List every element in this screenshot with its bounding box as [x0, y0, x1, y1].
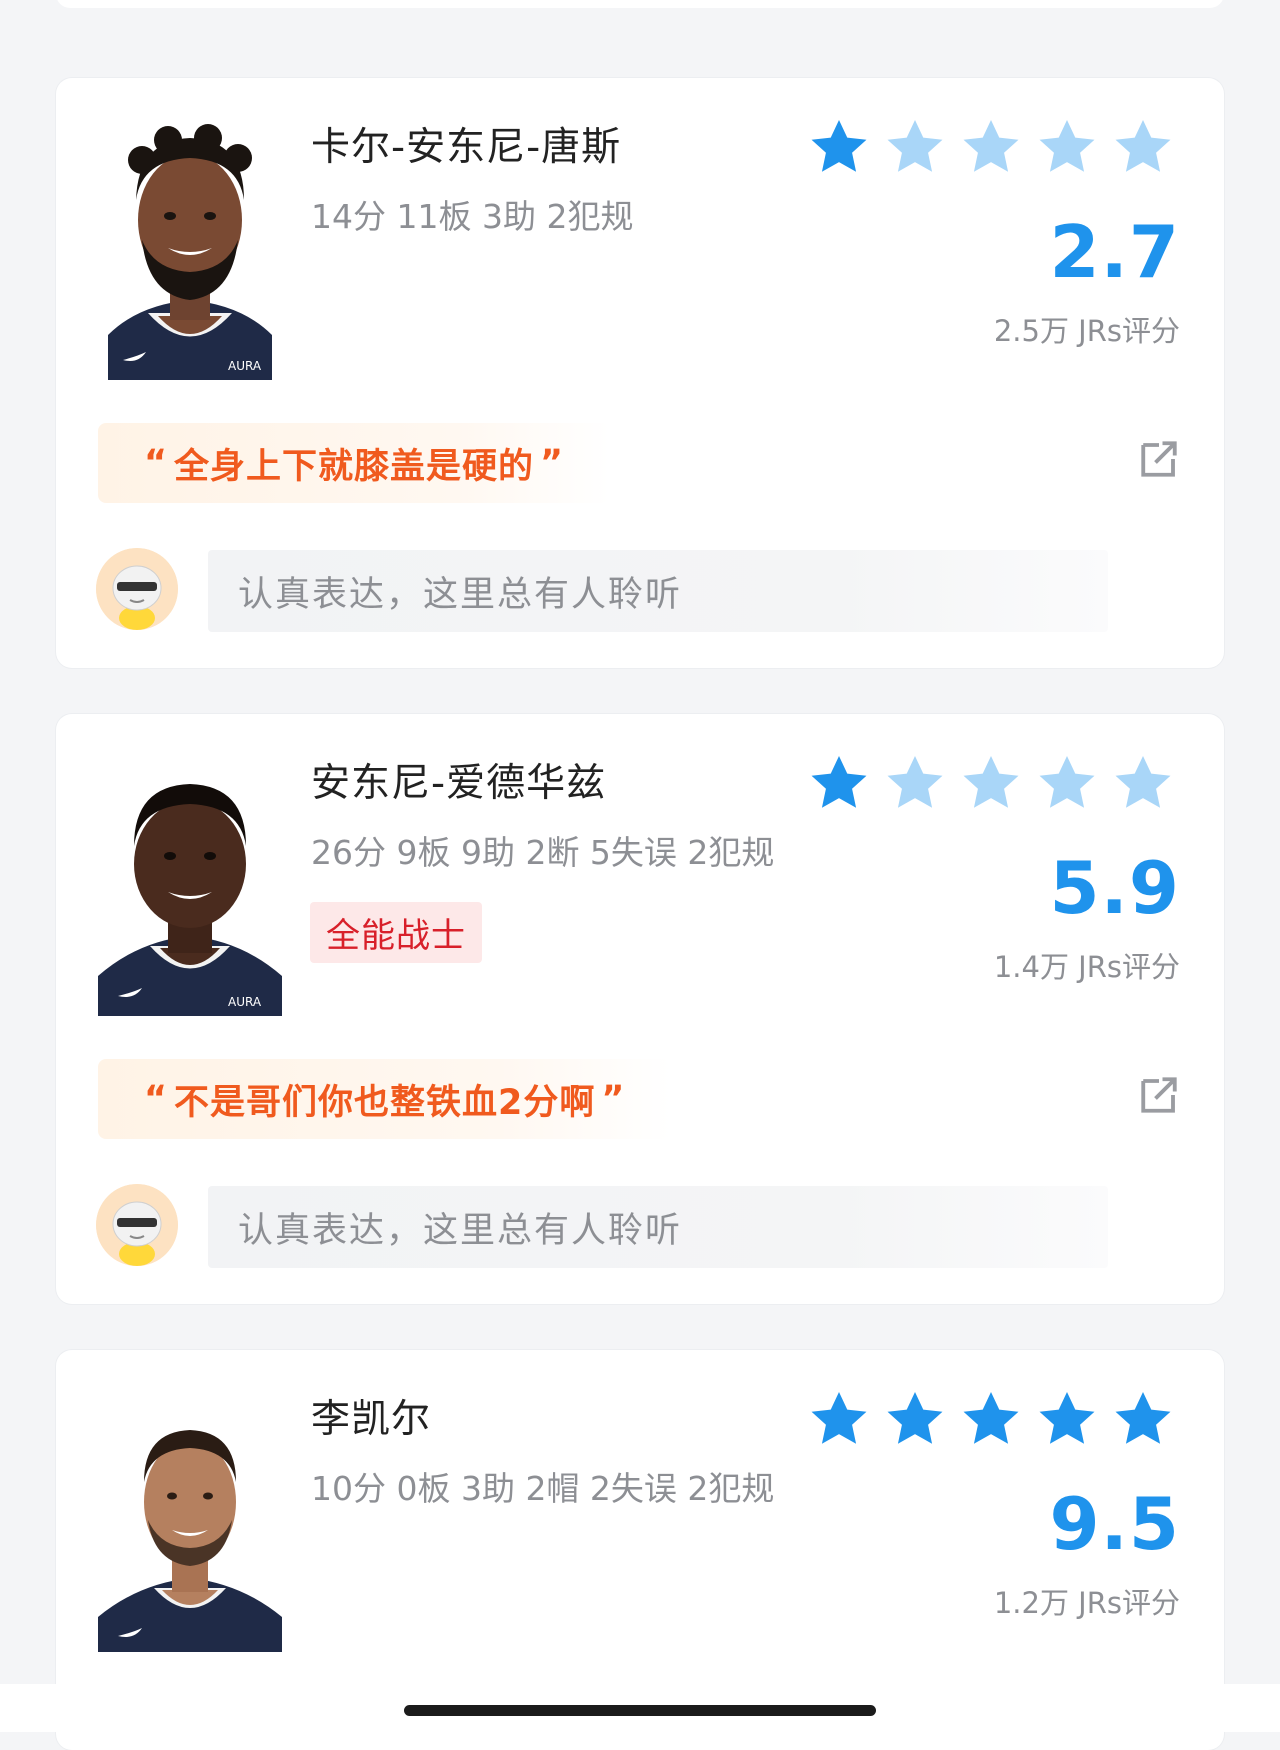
player-stats: 26分 9板 9助 2断 5失误 2犯规 [311, 833, 775, 872]
rating-stars[interactable] [806, 116, 1176, 180]
rating-score: 9.5 [1049, 1482, 1180, 1566]
rating-stars[interactable] [806, 1388, 1176, 1452]
star-icon[interactable] [806, 1388, 872, 1452]
quote-close: ” [540, 443, 565, 483]
svg-text:AURA: AURA [228, 995, 262, 1009]
star-icon[interactable] [1110, 752, 1176, 816]
home-indicator[interactable] [404, 1705, 876, 1716]
comment-input[interactable]: 认真表达，这里总有人聆听 [208, 1186, 1108, 1268]
rating-score: 2.7 [1049, 210, 1180, 294]
player-card-2[interactable]: AURA 安东尼-爱德华兹 26分 9板 9助 2断 5失误 2犯规 全能战士 … [56, 714, 1224, 1304]
share-icon[interactable] [1138, 438, 1180, 480]
rating-score: 5.9 [1049, 846, 1180, 930]
player-card-1[interactable]: AURA 卡尔-安东尼-唐斯 14分 11板 3助 2犯规 2.7 2.5万 J… [56, 78, 1224, 668]
player-photo: AURA [98, 120, 282, 380]
svg-text:AURA: AURA [228, 359, 262, 373]
player-name: 安东尼-爱德华兹 [311, 761, 607, 806]
comment-input[interactable]: 认真表达，这里总有人聆听 [208, 550, 1108, 632]
star-icon[interactable] [958, 752, 1024, 816]
user-avatar-icon [96, 548, 178, 630]
star-icon[interactable] [1110, 116, 1176, 180]
star-icon[interactable] [958, 116, 1024, 180]
rating-votes: 1.2万 JRs评分 [993, 1586, 1180, 1620]
star-icon[interactable] [882, 752, 948, 816]
hot-comment[interactable]: “ 全身上下就膝盖是硬的 ” [98, 423, 611, 503]
hot-comment-text: 不是哥们你也整铁血2分啊 [174, 1082, 596, 1123]
quote-open: “ [144, 443, 169, 483]
star-icon[interactable] [882, 116, 948, 180]
player-stats: 14分 11板 3助 2犯规 [311, 197, 634, 236]
star-icon[interactable] [1110, 1388, 1176, 1452]
star-icon[interactable] [1034, 1388, 1100, 1452]
star-icon[interactable] [1034, 116, 1100, 180]
player-name: 卡尔-安东尼-唐斯 [311, 125, 622, 170]
hot-comment-text: 全身上下就膝盖是硬的 [174, 446, 535, 487]
honor-tag: 全能战士 [310, 902, 482, 963]
star-icon[interactable] [1034, 752, 1100, 816]
star-icon[interactable] [882, 1388, 948, 1452]
hot-comment[interactable]: “ 不是哥们你也整铁血2分啊 ” [98, 1059, 672, 1139]
player-name: 李凯尔 [311, 1397, 432, 1442]
player-stats: 10分 0板 3助 2帽 2失误 2犯规 [311, 1469, 775, 1508]
player-photo [98, 1392, 282, 1652]
rating-votes: 2.5万 JRs评分 [993, 314, 1180, 348]
user-avatar-icon [96, 1184, 178, 1266]
previous-card-edge [56, 0, 1224, 8]
rating-stars[interactable] [806, 752, 1176, 816]
rating-votes: 1.4万 JRs评分 [993, 950, 1180, 984]
player-photo: AURA [98, 756, 282, 1016]
star-icon[interactable] [958, 1388, 1024, 1452]
star-icon[interactable] [806, 116, 872, 180]
quote-close: ” [601, 1079, 626, 1119]
quote-open: “ [144, 1079, 169, 1119]
share-icon[interactable] [1138, 1074, 1180, 1116]
star-icon[interactable] [806, 752, 872, 816]
